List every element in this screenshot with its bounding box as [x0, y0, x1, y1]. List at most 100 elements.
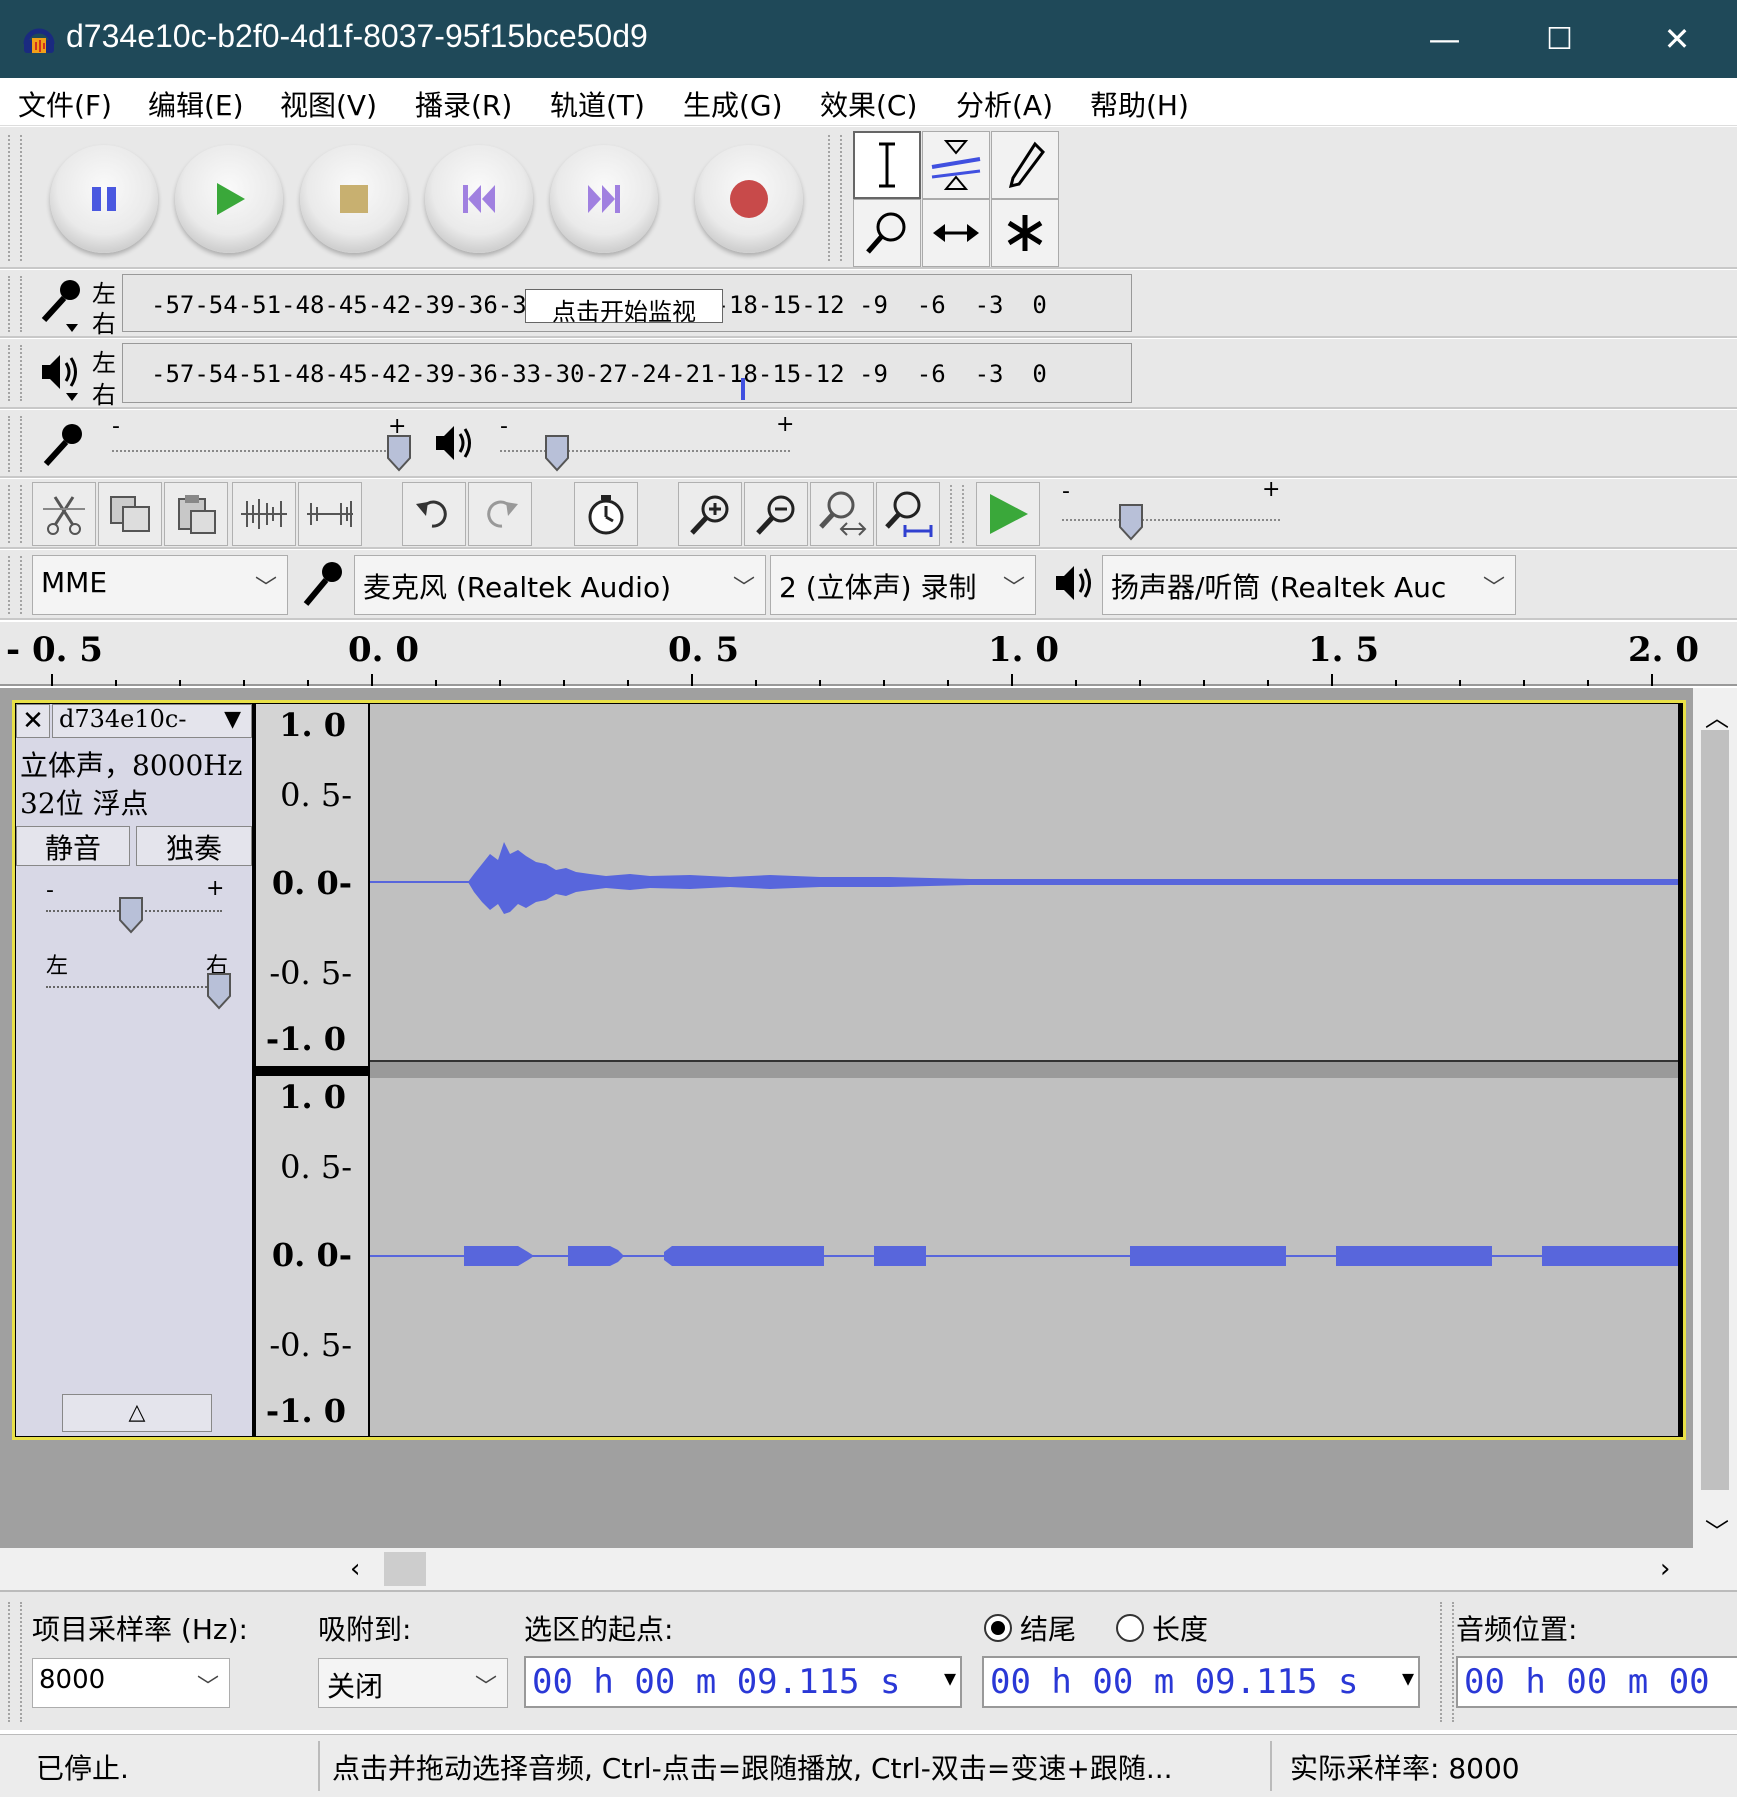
- pan-slider-track[interactable]: [46, 986, 222, 988]
- skip-to-end-button[interactable]: [550, 145, 658, 253]
- playback-device-select[interactable]: 扬声器/听筒 (Realtek Auc ﹀: [1102, 555, 1516, 615]
- play-button[interactable]: [175, 145, 283, 253]
- snap-to-select[interactable]: 关闭 ﹀: [318, 1658, 508, 1708]
- toolbar-grip[interactable]: [8, 276, 22, 332]
- vertical-scrollbar[interactable]: ︿ ﹀: [1693, 688, 1737, 1548]
- end-radio-label[interactable]: 结尾: [1020, 1608, 1076, 1648]
- scroll-right-icon[interactable]: ›: [1660, 1554, 1670, 1584]
- waveform-channel-1[interactable]: [370, 704, 1678, 1060]
- speaker-icon: [1056, 566, 1091, 600]
- draw-tool-button[interactable]: [991, 131, 1059, 199]
- menu-record[interactable]: 播录(R): [415, 84, 512, 124]
- multi-tool-button[interactable]: [991, 199, 1059, 267]
- mute-button[interactable]: 静音: [16, 826, 130, 866]
- play-volume-thumb[interactable]: [542, 432, 572, 472]
- menu-tracks[interactable]: 轨道(T): [550, 84, 645, 124]
- audio-host-select[interactable]: MME ﹀: [32, 555, 288, 615]
- toolbar-grip[interactable]: [828, 135, 842, 261]
- recording-channels-select[interactable]: 2 (立体声) 录制 ﹀: [770, 555, 1036, 615]
- speed-thumb[interactable]: [1116, 501, 1146, 541]
- end-radio-button[interactable]: [982, 1612, 1014, 1644]
- vertical-ruler-channel-1[interactable]: 1. 0 0. 5- 0. 0- -0. 5- -1. 0: [256, 704, 368, 1066]
- toolbar-grip[interactable]: [950, 485, 964, 543]
- selection-start-value: 00 h 00 m 09.115 s: [532, 1662, 901, 1702]
- record-volume-track[interactable]: [112, 450, 402, 452]
- sync-lock-button[interactable]: [574, 482, 638, 546]
- record-volume-thumb[interactable]: [384, 432, 414, 472]
- pan-slider-thumb[interactable]: [204, 970, 234, 1010]
- track-menu-button[interactable]: d734e10c- ▼: [52, 704, 252, 738]
- pause-button[interactable]: [50, 145, 158, 253]
- speed-plus: +: [1262, 477, 1281, 502]
- vertical-ruler-channel-2[interactable]: 1. 0 0. 5- 0. 0- -0. 5- -1. 0: [256, 1076, 368, 1436]
- waveform-channel-2[interactable]: [370, 1078, 1678, 1436]
- play-at-speed-button[interactable]: [976, 482, 1040, 546]
- menu-analyze[interactable]: 分析(A): [956, 84, 1053, 124]
- zoom-in-button[interactable]: [678, 482, 742, 546]
- playback-device-value: 扬声器/听筒 (Realtek Auc: [1111, 571, 1447, 604]
- vertical-scroll-thumb[interactable]: [1701, 730, 1729, 1490]
- fit-project-button[interactable]: [876, 482, 940, 546]
- redo-button[interactable]: [468, 482, 532, 546]
- trim-button[interactable]: [232, 482, 296, 546]
- horizontal-scrollbar[interactable]: ‹ ›: [0, 1548, 1737, 1590]
- menu-edit[interactable]: 编辑(E): [148, 84, 244, 124]
- record-button[interactable]: [695, 145, 803, 253]
- record-meter[interactable]: -57-54-51-48-45-42-39-36-33-30-27-24-21-…: [122, 274, 1132, 332]
- play-meter[interactable]: -57-54-51-48-45-42-39-36-33-30-27-24-21-…: [122, 343, 1132, 403]
- menu-help[interactable]: 帮助(H): [1090, 84, 1189, 124]
- paste-button[interactable]: [164, 482, 228, 546]
- timeline-ruler[interactable]: - 0. 5 0. 0 0. 5 1. 0 1. 5 2. 0: [0, 622, 1737, 686]
- selection-tool-button[interactable]: [853, 131, 921, 199]
- toolbar-grip[interactable]: [8, 485, 22, 543]
- solo-button[interactable]: 独奏: [136, 826, 252, 866]
- fit-selection-button[interactable]: [810, 482, 874, 546]
- copy-button[interactable]: [98, 482, 162, 546]
- project-rate-select[interactable]: 8000 ﹀: [32, 1658, 230, 1708]
- scroll-up-icon[interactable]: ︿: [1705, 698, 1729, 733]
- toolbar-grip[interactable]: [8, 1602, 22, 1722]
- skip-to-start-button[interactable]: [425, 145, 533, 253]
- menu-effect[interactable]: 效果(C): [820, 84, 917, 124]
- stop-button[interactable]: [300, 145, 408, 253]
- selection-end-time[interactable]: 00 h 00 m 09.115 s ▼: [982, 1656, 1420, 1708]
- collapse-track-button[interactable]: △: [62, 1394, 212, 1432]
- toolbar-grip[interactable]: [8, 345, 22, 401]
- speaker-icon[interactable]: [40, 351, 86, 403]
- microphone-icon[interactable]: [36, 276, 88, 332]
- timeshift-tool-button[interactable]: [922, 199, 990, 267]
- toolbar-grip[interactable]: [8, 556, 22, 614]
- close-button[interactable]: ✕: [1617, 0, 1737, 78]
- zoom-out-button[interactable]: [744, 482, 808, 546]
- zoom-tool-button[interactable]: [853, 199, 921, 267]
- horizontal-scroll-thumb[interactable]: [384, 1552, 426, 1586]
- toolbar-grip[interactable]: [8, 416, 22, 472]
- menu-file[interactable]: 文件(F): [18, 84, 112, 124]
- length-radio-label[interactable]: 长度: [1152, 1608, 1208, 1648]
- envelope-tool-button[interactable]: [922, 131, 990, 199]
- track-control-panel[interactable]: ✕ d734e10c- ▼ 立体声，8000Hz 32位 浮点 静音 独奏 - +…: [16, 704, 252, 1436]
- triangle-down-icon[interactable]: ▼: [1402, 1666, 1414, 1690]
- selection-start-time[interactable]: 00 h 00 m 09.115 s ▼: [524, 1656, 962, 1708]
- recording-device-select[interactable]: 麦克风 (Realtek Audio) ﹀: [354, 555, 766, 615]
- cut-button[interactable]: [32, 482, 96, 546]
- toolbar-grip[interactable]: [8, 135, 22, 261]
- audio-position-time[interactable]: 00 h 00 m 00: [1456, 1656, 1737, 1708]
- silence-button[interactable]: [298, 482, 362, 546]
- scroll-left-icon[interactable]: ‹: [350, 1554, 360, 1584]
- scroll-down-icon[interactable]: ﹀: [1705, 1512, 1729, 1547]
- triangle-down-icon[interactable]: ▼: [944, 1666, 956, 1690]
- length-radio-button[interactable]: [1114, 1612, 1146, 1644]
- axis-label: -1. 0: [265, 1392, 346, 1430]
- track-close-button[interactable]: ✕: [16, 704, 50, 738]
- speed-track[interactable]: [1062, 519, 1280, 521]
- timeshift-icon: [933, 224, 979, 242]
- menu-generate[interactable]: 生成(G): [683, 84, 783, 124]
- undo-button[interactable]: [402, 482, 466, 546]
- toolbar-grip[interactable]: [1440, 1602, 1454, 1722]
- start-monitoring-button[interactable]: 点击开始监视: [525, 289, 723, 326]
- maximize-button[interactable]: ☐: [1502, 0, 1617, 78]
- minimize-button[interactable]: —: [1387, 0, 1502, 78]
- gain-slider-thumb[interactable]: [116, 894, 146, 934]
- menu-view[interactable]: 视图(V): [280, 84, 377, 124]
